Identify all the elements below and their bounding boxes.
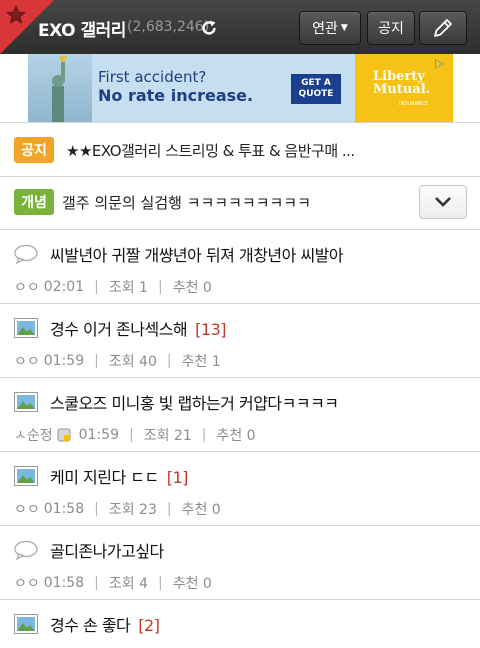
ad-subheadline: No rate increase. <box>98 86 254 105</box>
separator: | <box>157 279 163 295</box>
dropdown-arrow-icon: ▼ <box>340 23 348 33</box>
post-title[interactable]: 케미 지린다 ㄷㄷ [1] <box>50 464 188 488</box>
separator: | <box>166 501 172 517</box>
brand-line2: Mutual. <box>373 82 431 97</box>
post-row[interactable]: 케미 지린다 ㄷㄷ [1] ㅇㅇ 01:58 | 조회 23 | 추천 0 <box>0 452 480 526</box>
post-title[interactable]: 경수 이거 존나섹스해 [13] <box>50 316 226 340</box>
post-title[interactable]: 씨발년아 귀짤 개썅년아 뒤져 개창년아 씨발아 <box>50 242 344 266</box>
notice-badge: 공지 <box>14 137 54 163</box>
post-row[interactable]: 씨발년아 귀짤 개썅년아 뒤져 개창년아 씨발아 ㅇㅇ 02:01 | 조회 1 | 추천 … <box>0 230 480 304</box>
concept-row[interactable]: 개념 갤주 의문의 실검행 ㅋㅋㅋㅋㅋㅋㅋㅋㅋ <box>0 177 480 229</box>
liberty-mutual-logo: Liberty Mutual. INSURANCE ▷ <box>355 54 453 122</box>
post-meta: ㅇㅇ 01:59 | 조회 40 | 추천 1 <box>14 351 221 371</box>
reply-count: [13] <box>195 320 226 339</box>
pencil-icon <box>434 19 452 37</box>
notice-row[interactable]: 공지 ★★EXO갤러리 스트리밍 & 투표 & 음반구매 ... <box>0 123 480 176</box>
post-title[interactable]: 스쿨오즈 미니홍 빛 랩하는거 커얍다ㅋㅋㅋㅋ <box>50 390 339 414</box>
image-icon <box>14 466 38 486</box>
post-time: 02:01 <box>43 279 85 295</box>
post-title-text: 경수 이거 존나섹스해 <box>50 320 188 339</box>
post-meta: ㅇㅇ 01:58 | 조회 23 | 추천 0 <box>14 499 221 519</box>
member-icon <box>57 428 71 442</box>
statue-of-liberty-image <box>28 54 92 122</box>
post-time: 01:58 <box>43 575 85 591</box>
post-title[interactable]: 경수 손 좋다 [2] <box>50 612 160 636</box>
write-button[interactable] <box>419 11 467 45</box>
post-likes: 추천 0 <box>172 576 212 592</box>
separator: | <box>157 575 163 591</box>
post-row[interactable]: 경수 손 좋다[2]ㅇㅇ01:58|조회 22|추천 0 <box>0 600 480 648</box>
reply-count: [1] <box>166 468 189 487</box>
post-row[interactable]: 스쿨오즈 미니홍 빛 랩하는거 커얍다ㅋㅋㅋㅋㅅ순정 01:59 | 조회 21 | 추천… <box>0 378 480 452</box>
post-meta: ㅇㅇ 02:01 | 조회 1 | 추천 0 <box>14 277 212 297</box>
separator: | <box>94 575 99 591</box>
reply-count: [2] <box>138 616 160 635</box>
get-a-quote-button[interactable]: GET A QUOTE <box>291 74 341 104</box>
post-time: 01:59 <box>43 353 85 369</box>
concept-text[interactable]: 갤주 의문의 실검행 ㅋㅋㅋㅋㅋㅋㅋㅋㅋ <box>62 192 311 213</box>
concept-badge: 개념 <box>14 189 54 215</box>
post-count: (2,683,246) <box>127 19 210 35</box>
post-title-text: 스쿨오즈 미니홍 빛 랩하는거 커얍다ㅋㅋㅋㅋ <box>50 394 339 413</box>
chevron-down-icon <box>435 197 451 207</box>
speech-bubble-icon <box>14 540 38 560</box>
post-views: 조회 1 <box>108 280 148 296</box>
post-title-text: 케미 지린다 ㄷㄷ <box>50 468 159 487</box>
related-label: 연관 <box>312 21 338 37</box>
post-likes: 추천 0 <box>172 280 212 296</box>
post-views: 조회 40 <box>108 354 157 370</box>
post-views: 조회 23 <box>108 502 157 518</box>
ad-headline: First accident? <box>98 68 207 86</box>
post-time: 01:59 <box>78 427 119 443</box>
adchoices-icon[interactable]: ▷ <box>435 56 451 72</box>
post-likes: 추천 1 <box>181 354 221 370</box>
ad-banner[interactable]: First accident? No rate increase. GET A … <box>28 54 453 122</box>
separator: | <box>94 279 99 295</box>
gallery-header: EXO 갤러리 (2,683,246) 연관 ▼ 공지 <box>0 0 480 54</box>
notice-label: 공지 <box>378 21 404 37</box>
image-icon <box>14 614 38 634</box>
separator: | <box>129 427 134 443</box>
separator: | <box>94 353 99 369</box>
post-author[interactable]: ㅇㅇ <box>14 573 40 593</box>
post-views: 조회 21 <box>143 428 192 444</box>
post-time: 01:58 <box>43 501 85 517</box>
post-meta: ㅇㅇ 01:58 | 조회 4 | 추천 0 <box>14 573 212 593</box>
post-author[interactable]: ㅇㅇ <box>14 351 40 371</box>
post-title-text: 골디존나가고싶다 <box>50 542 164 561</box>
expand-button[interactable] <box>419 185 467 219</box>
post-title-text: 경수 손 좋다 <box>50 616 131 635</box>
post-author[interactable]: ㅅ순정 <box>14 425 53 445</box>
post-author[interactable]: ㅇㅇ <box>14 499 40 519</box>
separator: | <box>201 427 207 443</box>
post-row[interactable]: 경수 이거 존나섹스해 [13] ㅇㅇ 01:59 | 조회 40 | 추천 1 <box>0 304 480 378</box>
separator: | <box>166 353 172 369</box>
notice-button[interactable]: 공지 <box>367 11 415 45</box>
brand-sub: INSURANCE <box>399 101 429 107</box>
refresh-icon[interactable] <box>200 19 218 37</box>
post-views: 조회 4 <box>108 576 148 592</box>
post-title[interactable]: 골디존나가고싶다 <box>50 538 164 562</box>
post-likes: 추천 0 <box>216 428 256 444</box>
post-title-text: 씨발년아 귀짤 개썅년아 뒤져 개창년아 씨발아 <box>50 246 344 265</box>
image-icon <box>14 318 38 338</box>
post-likes: 추천 0 <box>181 502 221 518</box>
speech-bubble-icon <box>14 244 38 264</box>
gallery-title[interactable]: EXO 갤러리 <box>38 16 126 41</box>
post-author[interactable]: ㅇㅇ <box>14 277 40 297</box>
post-row[interactable]: 골디존나가고싶다 ㅇㅇ 01:58 | 조회 4 | 추천 0 <box>0 526 480 600</box>
separator: | <box>94 501 99 517</box>
star-icon[interactable] <box>6 5 26 25</box>
image-icon <box>14 392 38 412</box>
post-meta: ㅅ순정 01:59 | 조회 21 | 추천 0 <box>14 425 256 445</box>
notice-text[interactable]: ★★EXO갤러리 스트리밍 & 투표 & 음반구매 ... <box>66 140 355 161</box>
related-button[interactable]: 연관 ▼ <box>299 11 361 45</box>
